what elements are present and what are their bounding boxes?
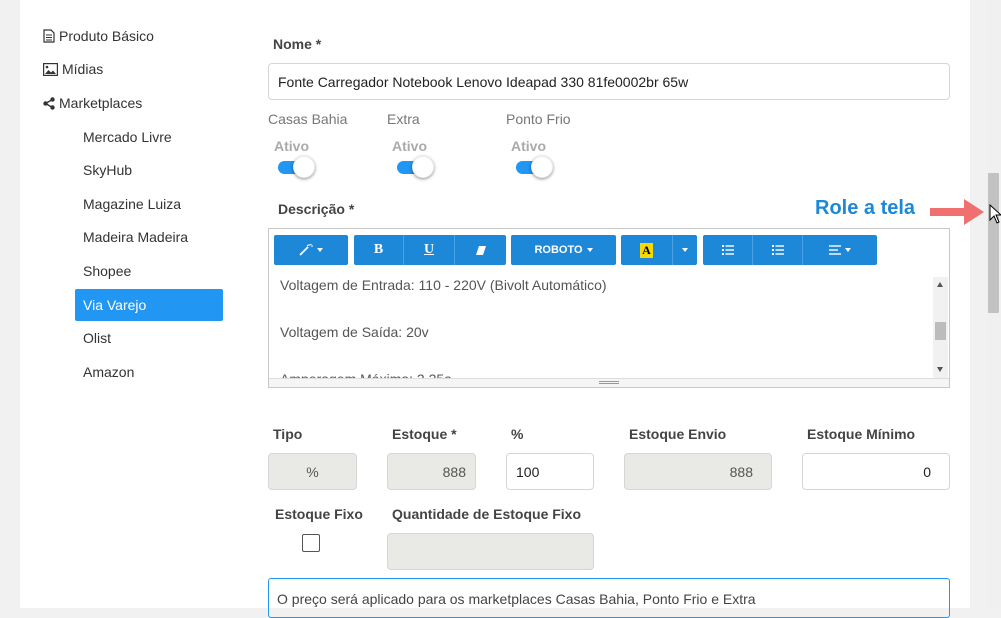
font-family-value: ROBOTO	[534, 244, 583, 256]
tipo-label: Tipo	[273, 426, 303, 442]
scroll-hint: Role a tela	[815, 197, 916, 219]
name-value: Fonte Carregador Notebook Lenovo Ideapad…	[278, 73, 689, 90]
estoque-envio-value: 888	[729, 463, 753, 480]
editor-content[interactable]: Voltagem de Entrada: 110 - 220V (Bivolt …	[269, 277, 935, 379]
estoque-minimo-value: 0	[923, 463, 931, 480]
toolbar-group-format: B U	[354, 235, 506, 265]
estoque-envio-input: 888	[624, 453, 772, 490]
toolbar-group-paragraph	[703, 235, 877, 265]
description-line: Voltagem de Saída: 20v	[280, 324, 429, 340]
estoque-fixo-checkbox[interactable]	[302, 534, 320, 552]
channel-name-ponto-frio: Ponto Frio	[506, 111, 571, 127]
estoque-fixo-label: Estoque Fixo	[275, 506, 363, 522]
resize-grip-icon	[599, 381, 619, 382]
channel-status-ponto-frio: Ativo	[511, 138, 546, 154]
sidebar-item-amazon[interactable]: Amazon	[75, 356, 223, 388]
estoque-envio-label: Estoque Envio	[629, 426, 727, 442]
share-icon	[43, 96, 55, 110]
page-scroll-thumb[interactable]	[988, 173, 999, 313]
editor-scroll-thumb[interactable]	[935, 322, 946, 340]
sidebar-item-madeira-madeira[interactable]: Madeira Madeira	[75, 221, 223, 253]
sidebar-item-olist[interactable]: Olist	[75, 322, 223, 354]
magic-wand-icon[interactable]	[274, 235, 348, 265]
ordered-list-icon[interactable]	[753, 235, 803, 265]
toggle-extra[interactable]	[397, 156, 434, 178]
sidebar-item-produto-basico[interactable]: Produto Básico	[43, 28, 154, 44]
channel-status-casas-bahia: Ativo	[274, 138, 309, 154]
sidebar-item-label: Produto Básico	[59, 28, 154, 44]
sidebar-item-via-varejo[interactable]: Via Varejo	[75, 289, 223, 321]
tipo-value: %	[306, 463, 319, 480]
scroll-down-icon[interactable]	[937, 367, 943, 372]
toggle-ponto-frio[interactable]	[516, 156, 553, 178]
sidebar-item-shopee[interactable]: Shopee	[75, 255, 223, 287]
percent-value: 100	[516, 463, 540, 480]
font-family-dropdown[interactable]: ROBOTO	[511, 235, 616, 265]
quantidade-estoque-fixo-input	[387, 533, 594, 570]
tipo-select: %	[268, 453, 357, 490]
sidebar-item-magazine-luiza[interactable]: Magazine Luiza	[75, 188, 223, 220]
document-icon	[43, 29, 55, 43]
name-label: Nome *	[273, 36, 322, 52]
estoque-input: 888	[387, 453, 476, 490]
estoque-minimo-label: Estoque Mínimo	[807, 426, 916, 442]
channel-status-extra: Ativo	[392, 138, 427, 154]
description-editor[interactable]: B U ROBOTO A Voltagem de Entrada: 110 - …	[268, 228, 950, 388]
estoque-minimo-input[interactable]: 0	[802, 453, 950, 490]
sidebar-item-mercado-livre[interactable]: Mercado Livre	[75, 121, 223, 153]
font-color-button[interactable]: A	[621, 235, 673, 265]
percent-label: %	[511, 426, 524, 442]
align-icon[interactable]	[803, 235, 877, 265]
estoque-label: Estoque *	[392, 426, 457, 442]
sidebar-item-skyhub[interactable]: SkyHub	[75, 154, 223, 186]
estoque-value: 888	[442, 463, 466, 480]
sidebar-item-marketplaces[interactable]: Marketplaces	[43, 95, 142, 111]
toolbar-group-color: A	[621, 235, 697, 265]
font-color-icon: A	[640, 242, 653, 258]
page-scrollbar[interactable]	[986, 0, 1001, 608]
mouse-cursor-icon	[989, 203, 1001, 229]
percent-input[interactable]: 100	[506, 453, 594, 490]
name-input[interactable]: Fonte Carregador Notebook Lenovo Ideapad…	[268, 63, 950, 100]
channel-name-extra: Extra	[387, 111, 420, 127]
toolbar-group-style	[274, 235, 348, 265]
description-line: Voltagem de Entrada: 110 - 220V (Bivolt …	[280, 277, 607, 293]
price-notice: O preço será aplicado para os marketplac…	[268, 578, 950, 618]
bold-button[interactable]: B	[354, 235, 404, 265]
description-label: Descrição *	[278, 201, 355, 217]
image-icon	[43, 62, 58, 76]
underline-button[interactable]: U	[404, 235, 455, 265]
font-color-dropdown[interactable]	[673, 235, 697, 265]
sidebar-item-label: Mídias	[62, 61, 104, 77]
quantidade-estoque-fixo-label: Quantidade de Estoque Fixo	[392, 506, 582, 522]
sidebar-item-midias[interactable]: Mídias	[43, 61, 103, 77]
editor-scrollbar[interactable]	[933, 277, 948, 379]
sidebar-item-label: Marketplaces	[59, 95, 143, 111]
editor-resize-bar[interactable]	[269, 378, 949, 387]
unordered-list-icon[interactable]	[703, 235, 753, 265]
eraser-icon[interactable]	[455, 235, 506, 265]
channel-name-casas-bahia: Casas Bahia	[268, 111, 348, 127]
scroll-up-icon[interactable]	[937, 282, 943, 287]
toggle-casas-bahia[interactable]	[278, 156, 315, 178]
